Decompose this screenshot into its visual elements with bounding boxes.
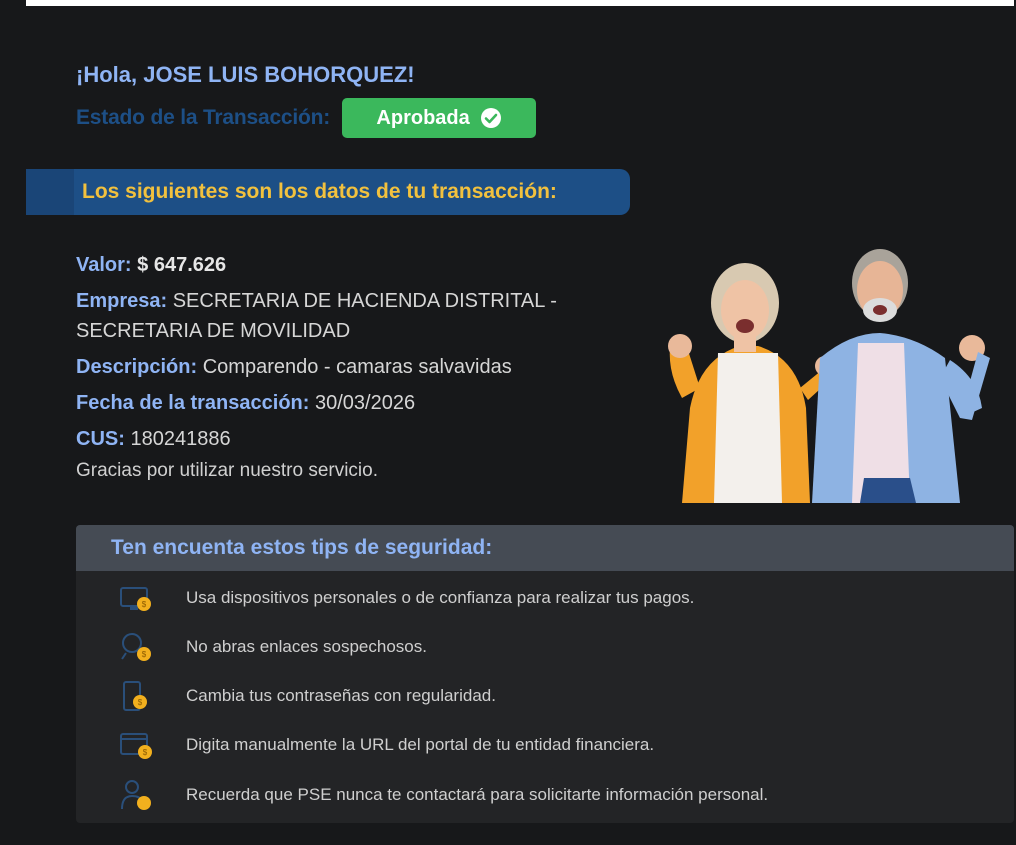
fecha-label: Fecha de la transacción: bbox=[76, 392, 310, 414]
tip-text: Recuerda que PSE nunca te contactará par… bbox=[186, 785, 769, 804]
transaction-status: Estado de la Transacción: Aprobada bbox=[76, 98, 537, 138]
tip-item: $ Usa dispositivos personales o de confi… bbox=[118, 578, 694, 618]
svg-text:$: $ bbox=[143, 748, 148, 757]
valor-label: Valor: bbox=[76, 254, 132, 276]
banner-accent bbox=[26, 169, 74, 215]
detail-cus: CUS: 180241886 bbox=[76, 424, 636, 454]
tips-header: Ten encuenta estos tips de seguridad: bbox=[76, 525, 1014, 571]
tip-text: Cambia tus contraseñas con regularidad. bbox=[186, 686, 496, 705]
tip-item: $ Cambia tus contraseñas con regularidad… bbox=[118, 676, 496, 716]
status-value: Aprobada bbox=[376, 106, 470, 129]
tip-item: $ No abras enlaces sospechosos. bbox=[118, 627, 427, 667]
fecha-value: 30/03/2026 bbox=[314, 392, 416, 414]
cus-label: CUS: bbox=[76, 428, 125, 450]
svg-text:$: $ bbox=[142, 650, 147, 659]
detail-empresa: Empresa: SECRETARIA DE HACIENDA DISTRITA… bbox=[76, 286, 636, 346]
detail-descripcion: Descripción: Comparendo - camaras salvav… bbox=[76, 352, 636, 382]
descripcion-value: Comparendo - camaras salvavidas bbox=[202, 356, 512, 378]
man-figure bbox=[812, 249, 990, 503]
detail-fecha: Fecha de la transacción: 30/03/2026 bbox=[76, 388, 636, 418]
thanks-message: Gracias por utilizar nuestro servicio. bbox=[76, 460, 378, 481]
woman-figure bbox=[668, 263, 835, 503]
tip-text: Digita manualmente la URL del portal de … bbox=[186, 735, 655, 754]
security-tips-panel: Ten encuenta estos tips de seguridad: $ … bbox=[76, 525, 1014, 823]
svg-text:$: $ bbox=[138, 698, 143, 707]
empresa-label: Empresa: bbox=[76, 290, 168, 312]
valor-value: $ 647.626 bbox=[137, 254, 227, 276]
cus-value: 180241886 bbox=[130, 428, 231, 450]
tip-text: No abras enlaces sospechosos. bbox=[186, 637, 427, 656]
phone-lock-icon: $ bbox=[123, 681, 147, 711]
tip-item: $ Digita manualmente la URL del portal d… bbox=[118, 725, 654, 765]
section-banner: Los siguientes son los datos de tu trans… bbox=[26, 169, 630, 215]
check-circle-icon bbox=[480, 108, 501, 128]
tip-text: Usa dispositivos personales o de confian… bbox=[186, 588, 695, 607]
browser-lock-icon: $ bbox=[120, 733, 152, 759]
status-label: Estado de la Transacción: bbox=[76, 106, 331, 129]
detail-valor: Valor: $ 647.626 bbox=[76, 250, 636, 280]
celebrating-couple-illustration bbox=[668, 249, 990, 503]
person-lock-icon bbox=[121, 780, 151, 810]
tips-title: Ten encuenta estos tips de seguridad: bbox=[111, 536, 493, 559]
top-divider bbox=[26, 0, 1014, 6]
transaction-details: Valor: $ 647.626 Empresa: SECRETARIA DE … bbox=[76, 250, 636, 482]
monitor-lock-icon: $ bbox=[120, 587, 151, 611]
status-badge: Aprobada bbox=[342, 98, 537, 138]
descripcion-label: Descripción: bbox=[76, 356, 198, 378]
link-lock-icon: $ bbox=[121, 633, 151, 661]
section-title: Los siguientes son los datos de tu trans… bbox=[82, 180, 557, 203]
greeting-title: ¡Hola, JOSE LUIS BOHORQUEZ! bbox=[76, 62, 415, 87]
svg-text:$: $ bbox=[142, 600, 147, 609]
tip-item: Recuerda que PSE nunca te contactará par… bbox=[118, 775, 768, 815]
